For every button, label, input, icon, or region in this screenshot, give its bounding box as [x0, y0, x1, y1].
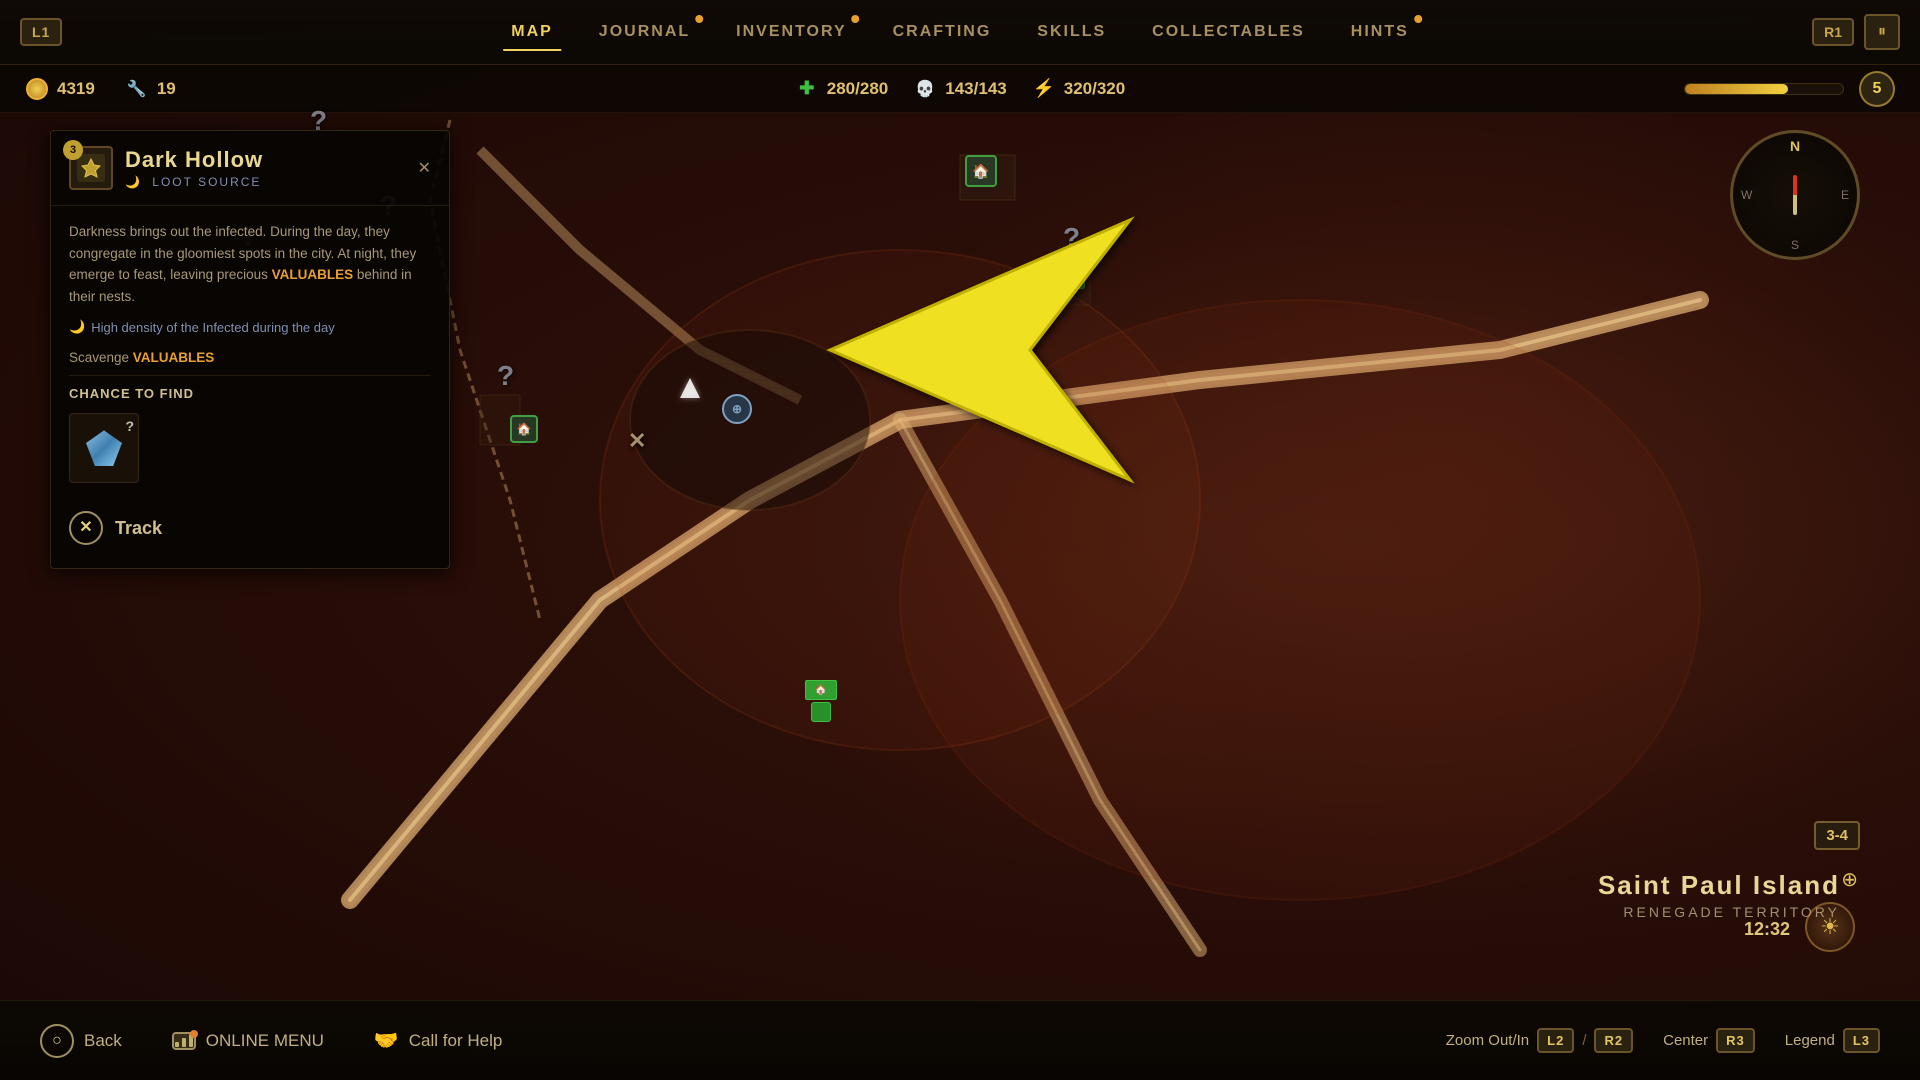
- time-sun-icon: ☀: [1805, 902, 1855, 952]
- tools-stat: 🔧 19: [125, 77, 176, 101]
- compass-needle: [1793, 175, 1797, 215]
- stats-bar: 4319 🔧 19 ✚ 280/280 💀 143/143 ⚡ 320/320 …: [0, 65, 1920, 113]
- online-menu-group: [172, 1032, 196, 1050]
- chance-item-valuables: ?: [69, 413, 139, 483]
- compass-south: S: [1791, 238, 1799, 252]
- location-direction-icon: ⊕: [1841, 867, 1858, 892]
- xp-bar: [1684, 83, 1844, 95]
- tab-collectables[interactable]: COLLECTABLES: [1144, 18, 1313, 46]
- online-menu-action[interactable]: ONLINE MENU: [172, 1031, 324, 1051]
- bottom-bar: ○ Back ONLINE MENU 🤝 Call for Help Zoom …: [0, 1000, 1920, 1080]
- panel-close-button[interactable]: ✕: [418, 158, 431, 178]
- location-main-name: Saint Paul Island: [1598, 870, 1840, 901]
- player-position-marker: ⊕: [722, 394, 752, 424]
- density-note: 🌙 High density of the Infected during th…: [69, 319, 431, 335]
- tab-skills[interactable]: SKILLS: [1029, 18, 1114, 46]
- time-display: 12:32: [1744, 919, 1790, 940]
- r1-button[interactable]: R1: [1812, 18, 1854, 46]
- location-icon: 3: [69, 146, 113, 190]
- tab-map[interactable]: MAP: [503, 18, 561, 46]
- location-icon-inner: [77, 154, 105, 182]
- scavenge-line: Scavenge VALUABLES: [69, 350, 431, 365]
- bottom-right-controls: Zoom Out/In L2 / R2 Center R3 Legend L3: [1446, 1028, 1880, 1053]
- inventory-notification-dot: [852, 15, 860, 23]
- compass-east: E: [1841, 188, 1849, 202]
- panel-title-area: Dark Hollow 🌙 LOOT SOURCE: [125, 147, 263, 189]
- diamond-icon: [86, 430, 122, 466]
- l3-button[interactable]: L3: [1843, 1028, 1880, 1053]
- tab-hints[interactable]: HINTS: [1343, 18, 1417, 46]
- map-safehouse-icon-2: 🏠: [510, 415, 538, 443]
- journal-notification-dot: [695, 15, 703, 23]
- panel-description: Darkness brings out the infected. During…: [69, 221, 431, 307]
- health-icon: ✚: [795, 77, 819, 101]
- l2-button[interactable]: L2: [1537, 1028, 1574, 1053]
- map-question-marker-5: ?: [1063, 222, 1080, 254]
- online-notification-dot: [190, 1030, 198, 1038]
- tab-inventory[interactable]: INVENTORY: [728, 18, 854, 46]
- moon-note-icon: 🌙: [69, 319, 85, 335]
- compass-west: W: [1741, 188, 1752, 202]
- r2-button[interactable]: R2: [1594, 1028, 1633, 1053]
- immunity-stat: 💀 143/143: [913, 77, 1006, 101]
- nav-left: L1: [20, 18, 62, 46]
- map-question-marker-4: ?: [497, 360, 514, 392]
- chance-items: ?: [69, 413, 431, 483]
- hints-notification-dot: [1414, 15, 1422, 23]
- question-badge: ?: [125, 418, 134, 434]
- track-button[interactable]: ✕ Track: [69, 503, 431, 553]
- compass: N S W E: [1730, 130, 1860, 260]
- location-subtitle: 🌙 LOOT SOURCE: [125, 175, 263, 189]
- zoom-control: Zoom Out/In L2 / R2: [1446, 1028, 1633, 1053]
- track-button-icon: ✕: [69, 511, 103, 545]
- location-name-display: Saint Paul Island RENEGADE TERRITORY: [1598, 870, 1840, 920]
- back-action[interactable]: ○ Back: [40, 1024, 122, 1058]
- map-settlement-icon: 🏠: [805, 680, 837, 722]
- map-car-icon: [1045, 265, 1085, 289]
- tab-crafting[interactable]: CRAFTING: [885, 18, 1000, 46]
- panel-header: 3 Dark Hollow 🌙 LOOT SOURCE ✕: [51, 131, 449, 206]
- tab-journal[interactable]: JOURNAL: [591, 18, 698, 46]
- level-badge: 5: [1859, 71, 1895, 107]
- nav-tabs: MAP JOURNAL INVENTORY CRAFTING SKILLS CO…: [503, 18, 1417, 46]
- pause-button[interactable]: ⏸: [1864, 14, 1900, 50]
- location-level: 3: [63, 140, 83, 160]
- gold-stat: 4319: [25, 77, 95, 101]
- top-navigation: L1 MAP JOURNAL INVENTORY CRAFTING SKILLS…: [0, 0, 1920, 65]
- health-stat: ✚ 280/280: [795, 77, 888, 101]
- compass-north: N: [1790, 138, 1800, 154]
- gold-icon: [25, 77, 49, 101]
- center-stats: ✚ 280/280 💀 143/143 ⚡ 320/320: [795, 77, 1125, 101]
- location-title: Dark Hollow: [125, 147, 263, 173]
- panel-body: Darkness brings out the infected. During…: [51, 206, 449, 568]
- moon-icon: 🌙: [125, 175, 142, 189]
- call-for-help-action[interactable]: 🤝 Call for Help: [374, 1028, 502, 1053]
- chance-header: CHANCE TO FIND: [69, 375, 431, 401]
- legend-control: Legend L3: [1785, 1028, 1880, 1053]
- call-for-help-icon: 🤝: [374, 1028, 399, 1053]
- nav-right: R1 ⏸: [1812, 14, 1900, 50]
- compass-ring: N S W E: [1730, 130, 1860, 260]
- map-safehouse-icon-1: 🏠: [965, 155, 997, 187]
- right-stats: 5: [1684, 71, 1895, 107]
- stamina-stat: ⚡ 320/320: [1032, 77, 1125, 101]
- location-type-label: RENEGADE TERRITORY: [1598, 904, 1840, 920]
- location-info-panel: 3 Dark Hollow 🌙 LOOT SOURCE ✕ Darkness b…: [50, 130, 450, 569]
- stamina-icon: ⚡: [1032, 77, 1056, 101]
- zone-badge: 3-4: [1814, 821, 1860, 850]
- r3-button[interactable]: R3: [1716, 1028, 1755, 1053]
- skull-icon: 💀: [913, 77, 937, 101]
- l1-button[interactable]: L1: [20, 18, 62, 46]
- center-control: Center R3: [1663, 1028, 1755, 1053]
- tools-icon: 🔧: [125, 77, 149, 101]
- back-button-icon: ○: [40, 1024, 74, 1058]
- map-x-marker: ✕: [628, 428, 646, 454]
